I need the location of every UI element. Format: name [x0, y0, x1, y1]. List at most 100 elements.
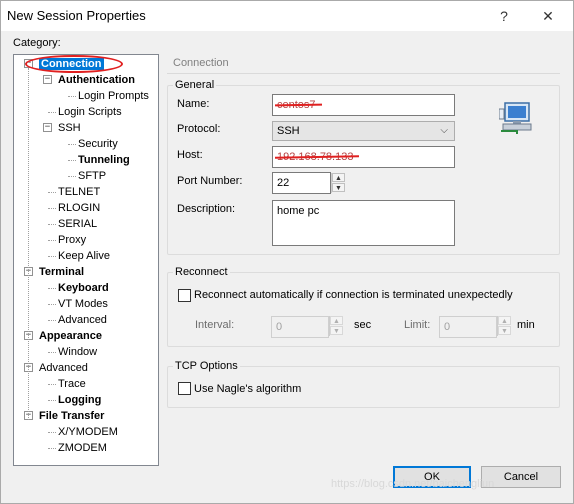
protocol-select[interactable]: SSH ⌵: [272, 121, 455, 141]
tree-connector: [48, 384, 56, 385]
tree-item-label: Tunneling: [78, 154, 130, 166]
tree-item-label: Advanced: [39, 362, 88, 374]
tree-item[interactable]: Proxy: [58, 232, 86, 248]
spin-down-icon[interactable]: ▼: [332, 183, 345, 192]
limit-spinner[interactable]: ▲ ▼: [497, 316, 511, 336]
chevron-down-icon: ⌵: [440, 125, 448, 136]
host-input[interactable]: 192.168.78.133: [272, 146, 455, 168]
tree-connector: [48, 304, 56, 305]
tree-connector: [68, 144, 76, 145]
tree-item-label: Security: [78, 138, 118, 150]
description-label: Description:: [177, 203, 236, 215]
tree-item[interactable]: Trace: [58, 376, 86, 392]
tree-connector: [48, 288, 56, 289]
tree-item[interactable]: Terminal: [39, 264, 84, 280]
tree-item[interactable]: Advanced: [39, 360, 88, 376]
port-input[interactable]: 22: [272, 172, 331, 194]
tree-item[interactable]: SSH: [58, 120, 81, 136]
tree-connector: [28, 68, 29, 420]
name-input[interactable]: centos7: [272, 94, 455, 116]
tree-item[interactable]: Logging: [58, 392, 101, 408]
tree-item-label: SFTP: [78, 170, 107, 182]
reconnect-checkbox-label: Reconnect automatically if connection is…: [194, 289, 513, 301]
panel-header: Connection: [167, 54, 560, 74]
tree-item[interactable]: VT Modes: [58, 296, 108, 312]
general-group-title: General: [173, 79, 217, 91]
tree-item[interactable]: SFTP: [78, 168, 106, 184]
dialog-window: New Session Properties ? ✕ Category: Con…: [0, 0, 574, 504]
interval-spinner[interactable]: ▲ ▼: [329, 316, 343, 336]
tree-item[interactable]: Advanced: [58, 312, 107, 328]
tree-item-label: X/YMODEM: [58, 426, 118, 438]
tree-item-label: Proxy: [58, 234, 87, 246]
tree-item[interactable]: SERIAL: [58, 216, 97, 232]
reconnect-checkbox[interactable]: [178, 289, 191, 302]
tree-connector: [68, 160, 76, 161]
tree-item-label: Window: [58, 346, 98, 358]
protocol-label: Protocol:: [177, 123, 221, 135]
tree-item[interactable]: Login Prompts: [78, 88, 149, 104]
tree-item[interactable]: TELNET: [58, 184, 100, 200]
tree-item[interactable]: Window: [58, 344, 97, 360]
interval-unit: sec: [354, 319, 372, 331]
category-tree[interactable]: Connection − Authentication − Login Prompts L…: [13, 54, 159, 466]
tree-item-label: Keep Alive: [58, 250, 110, 262]
interval-input[interactable]: 0: [271, 316, 329, 338]
tree-item[interactable]: Security: [78, 136, 118, 152]
port-spinner[interactable]: ▲ ▼: [331, 173, 345, 193]
collapse-icon[interactable]: −: [43, 123, 52, 132]
limit-value: 0: [444, 321, 451, 333]
tree-item[interactable]: Login Scripts: [58, 104, 122, 120]
tree-item-label: Logging: [58, 394, 102, 406]
spin-down-icon[interactable]: ▼: [330, 326, 343, 335]
tree-item-label: RLOGIN: [58, 202, 101, 214]
nagle-checkbox[interactable]: [178, 382, 191, 395]
spin-up-icon[interactable]: ▲: [330, 316, 343, 325]
tree-item-label: SSH: [58, 122, 81, 134]
tree-item-label: SERIAL: [58, 218, 98, 230]
reconnect-group-title: Reconnect: [173, 266, 230, 278]
window-title: New Session Properties: [7, 8, 146, 23]
collapse-icon[interactable]: −: [43, 75, 52, 84]
tree-item-label: Login Scripts: [58, 106, 122, 118]
description-textarea[interactable]: home pc: [272, 200, 455, 246]
watermark: https://blog.csdn.net/baichengliun: [331, 478, 495, 490]
tree-item-label: Terminal: [39, 266, 85, 278]
help-button[interactable]: ?: [491, 4, 517, 28]
tree-connector: [48, 224, 56, 225]
port-value: 22: [277, 177, 290, 189]
network-computer-icon: [499, 102, 532, 134]
tree-item-label: Keyboard: [58, 282, 109, 294]
tree-connector: [48, 320, 56, 321]
spin-up-icon[interactable]: ▲: [332, 173, 345, 182]
tree-item[interactable]: Tunneling: [78, 152, 130, 168]
tree-item[interactable]: Authentication: [58, 72, 135, 88]
tree-item[interactable]: File Transfer: [39, 408, 104, 424]
spin-down-icon[interactable]: ▼: [498, 326, 511, 335]
tcp-options-group-title: TCP Options: [173, 360, 240, 372]
tree-item[interactable]: ZMODEM: [58, 440, 107, 456]
interval-label: Interval:: [195, 319, 235, 331]
tree-item-label: Appearance: [39, 330, 102, 342]
protocol-value: SSH: [277, 125, 300, 137]
spin-up-icon[interactable]: ▲: [498, 316, 511, 325]
name-value: centos7: [277, 99, 316, 111]
close-button[interactable]: ✕: [535, 4, 561, 28]
tree-item[interactable]: X/YMODEM: [58, 424, 118, 440]
tree-item[interactable]: Keyboard: [58, 280, 109, 296]
tree-connector: [68, 176, 76, 177]
limit-input[interactable]: 0: [439, 316, 497, 338]
description-value: home pc: [277, 205, 320, 217]
tree-item[interactable]: Keep Alive: [58, 248, 110, 264]
tree-connector: [68, 96, 76, 97]
tree-item[interactable]: Appearance: [39, 328, 102, 344]
tree-item-label: TELNET: [58, 186, 101, 198]
tree-connector: [48, 208, 56, 209]
name-label: Name:: [177, 98, 210, 110]
category-label: Category:: [13, 37, 61, 49]
tree-connector: [48, 192, 56, 193]
tree-item-label: Trace: [58, 378, 86, 390]
tree-connector: [48, 352, 56, 353]
port-label: Port Number:: [177, 175, 243, 187]
tree-item[interactable]: RLOGIN: [58, 200, 100, 216]
